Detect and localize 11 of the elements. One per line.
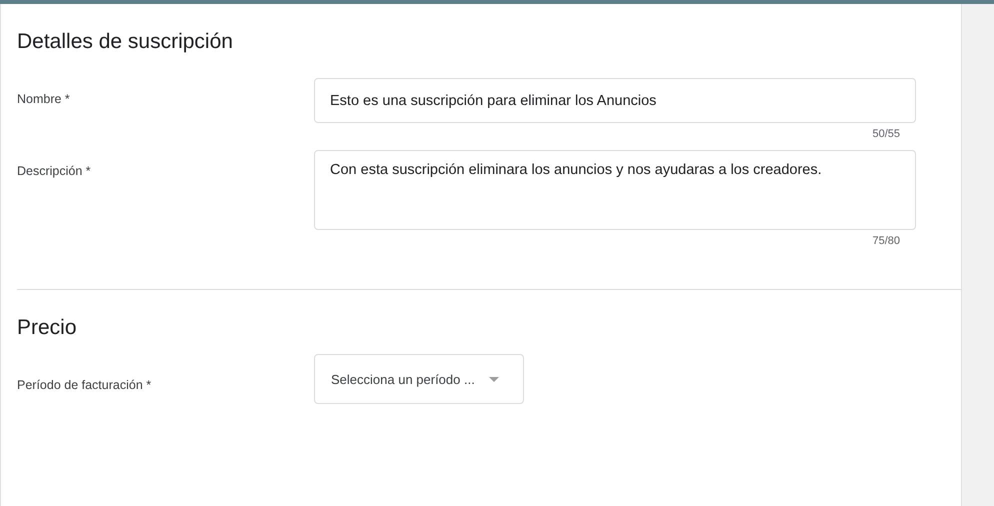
section-title: Precio <box>17 315 78 341</box>
character-counter: 50/55 <box>872 128 900 140</box>
field-label: Nombre * <box>17 91 71 108</box>
field-label: Período de facturación * <box>17 377 152 394</box>
caret-icon <box>489 376 499 382</box>
billing-period-dropdown[interactable]: Selecciona un período ... <box>314 354 524 404</box>
description-input-field[interactable]: Con esta suscripción eliminara los anuncios y nos ayudaras a los creadores. <box>314 150 916 230</box>
name-input-field[interactable]: Esto es una suscripción para eliminar los Anuncios <box>314 78 916 123</box>
character-counter: 75/80 <box>872 235 900 247</box>
field-label: Descripción * <box>17 163 92 180</box>
section-title: Detalles de suscripción <box>17 29 234 55</box>
